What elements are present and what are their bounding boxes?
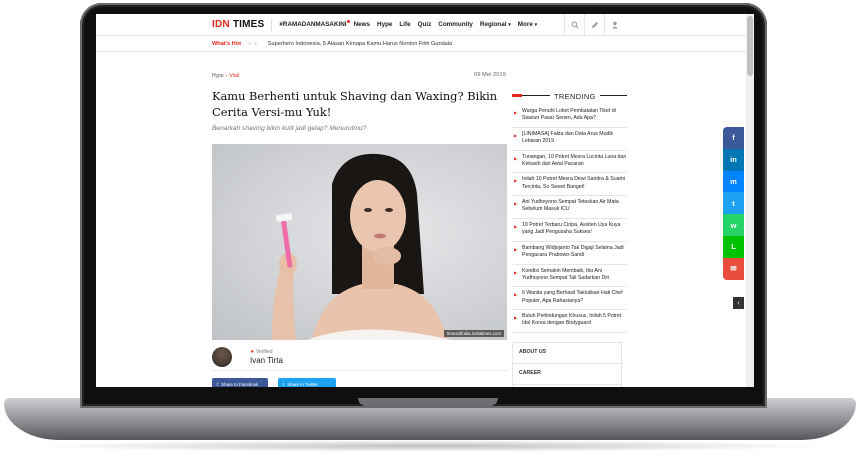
facebook-icon[interactable]: f	[723, 127, 744, 149]
share-facebook-button[interactable]: f Share to Facebook	[212, 378, 268, 387]
share-row: f Share to Facebook t Share to Twitter	[212, 378, 336, 387]
linkedin-icon[interactable]: in	[723, 148, 744, 171]
article-hero-image: timesofindia.indiatimes.com	[212, 144, 507, 340]
nav-item-more[interactable]: More ▾	[518, 21, 537, 28]
whatsapp-icon[interactable]: w	[723, 214, 744, 236]
nav-item-ramadan[interactable]: #RAMADANMASAKINI	[279, 20, 350, 28]
site-logo[interactable]: IDN TIMES	[212, 19, 264, 30]
share-twitter-button[interactable]: t Share to Twitter	[278, 378, 336, 387]
trending-item[interactable]: Inilah 10 Potret Mesra Dewi Sandra & Sua…	[512, 173, 627, 197]
breadcrumb-hype[interactable]: Hype	[212, 73, 224, 79]
scrollbar-thumb[interactable]	[747, 16, 753, 76]
article-date: 09 Mei 2019	[474, 72, 506, 78]
whats-hot-arrows: ‹›	[249, 41, 261, 47]
trending-item[interactable]: Tunangan, 10 Potret Mesra Lucinta Luna d…	[512, 151, 627, 174]
breadcrumb: Hype › Viral	[212, 73, 239, 79]
trending-item[interactable]: Warga Penuhi Loket Pembatalan Tiket di S…	[512, 105, 627, 128]
verified-badge: ★ Verified	[250, 349, 273, 355]
whats-hot-bar: What's Hot ‹› Superhero Indonesia, 5 Ala…	[96, 36, 746, 52]
share-facebook-label: Share to Facebook	[221, 381, 259, 387]
hero-illustration	[272, 153, 452, 340]
trending-item[interactable]: Bambang Widjojanto Tak Digaji Selama Jad…	[512, 242, 627, 265]
chevron-down-icon: ▾	[534, 22, 538, 28]
footer-link-empty[interactable]	[512, 384, 622, 387]
trending-item[interactable]: 10 Potret Terbaru Ciripa, Asisten Uya Ku…	[512, 219, 627, 242]
whats-hot-label: What's Hot	[212, 40, 241, 47]
page-scrollbar[interactable]	[746, 14, 754, 387]
logo-times: TIMES	[232, 19, 265, 30]
trending-item[interactable]: Ani Yudhoyono Sempat Teteskan Air Mata S…	[512, 196, 627, 219]
breadcrumb-separator: ›	[225, 73, 228, 79]
nav-item-community[interactable]: Community	[438, 21, 473, 28]
chevron-right-icon[interactable]: ›	[255, 41, 261, 47]
about-us-link[interactable]: ABOUT US	[512, 342, 622, 363]
trending-title: TRENDING	[550, 91, 600, 101]
trending-item[interactable]: Kondisi Semakin Membaik, Ibu Ani Yudhoyo…	[512, 265, 627, 288]
twitter-icon: t	[283, 381, 285, 387]
author-avatar[interactable]	[212, 347, 232, 367]
breadcrumb-viral[interactable]: Viral	[229, 73, 239, 79]
author-row: ★ Verified Ivan Tirta	[212, 346, 507, 371]
nav-item-regional[interactable]: Regional ▾	[480, 21, 511, 28]
footer-links: ABOUT US CAREER	[512, 342, 622, 387]
laptop-shadow	[30, 440, 830, 452]
pen-icon[interactable]	[584, 14, 604, 36]
header-actions	[564, 14, 624, 36]
share-twitter-label: Share to Twitter	[287, 381, 318, 387]
browser-screen: IDN TIMES #RAMADANMASAKINI News Hype Lif…	[96, 14, 754, 387]
whats-hot-headline[interactable]: Superhero Indonesia, 5 Alasan Kenapa Kam…	[268, 41, 452, 47]
collapse-dock-icon[interactable]: ‹	[733, 297, 744, 309]
floating-share-dock: f in m t w L ✉	[723, 127, 744, 280]
nav-item-life[interactable]: Life	[399, 21, 410, 28]
line-icon[interactable]: L	[723, 235, 744, 258]
twitter-icon[interactable]: t	[723, 192, 744, 215]
chevron-down-icon: ▾	[508, 22, 511, 28]
nav-item-quiz[interactable]: Quiz	[418, 21, 432, 28]
user-icon[interactable]	[604, 14, 624, 36]
career-link[interactable]: CAREER	[512, 363, 622, 384]
trending-item[interactable]: 6 Wanita yang Berhasil Taklukkan Hati Ch…	[512, 287, 627, 311]
nav-item-news[interactable]: News	[354, 21, 370, 28]
divider	[271, 18, 273, 31]
nav-item-hype[interactable]: Hype	[377, 21, 392, 28]
article-title: Kamu Berhenti untuk Shaving dan Waxing? …	[212, 89, 498, 119]
email-icon[interactable]: ✉	[723, 257, 744, 280]
main-nav: #RAMADANMASAKINI News Hype Life Quiz Com…	[279, 20, 537, 28]
top-navbar: IDN TIMES #RAMADANMASAKINI News Hype Lif…	[96, 14, 746, 36]
messenger-icon[interactable]: m	[723, 170, 744, 193]
facebook-icon: f	[217, 381, 219, 387]
article-subtitle: Benarkah shaving bikin kulit jadi gelap?…	[212, 125, 367, 132]
star-icon: ★	[250, 349, 255, 355]
author-name[interactable]: Ivan Tirta	[250, 356, 283, 365]
search-icon[interactable]	[564, 14, 584, 36]
trending-list: Warga Penuhi Loket Pembatalan Tiket di S…	[512, 105, 627, 333]
verified-label: Verified	[255, 349, 273, 355]
trending-item[interactable]: Butuh Perlindungan Khusus, Inilah 5 Potr…	[512, 310, 627, 333]
nav-item-regional-label: Regional	[479, 21, 507, 28]
trending-item[interactable]: [LINIMASA] Fakta dan Data Arus Mudik Leb…	[512, 128, 627, 151]
image-credit: timesofindia.indiatimes.com	[444, 330, 504, 337]
logo-idn: IDN	[212, 19, 230, 30]
nav-item-more-label: More	[517, 21, 533, 28]
laptop-notch	[358, 398, 498, 406]
trending-heading: TRENDING	[512, 90, 627, 102]
